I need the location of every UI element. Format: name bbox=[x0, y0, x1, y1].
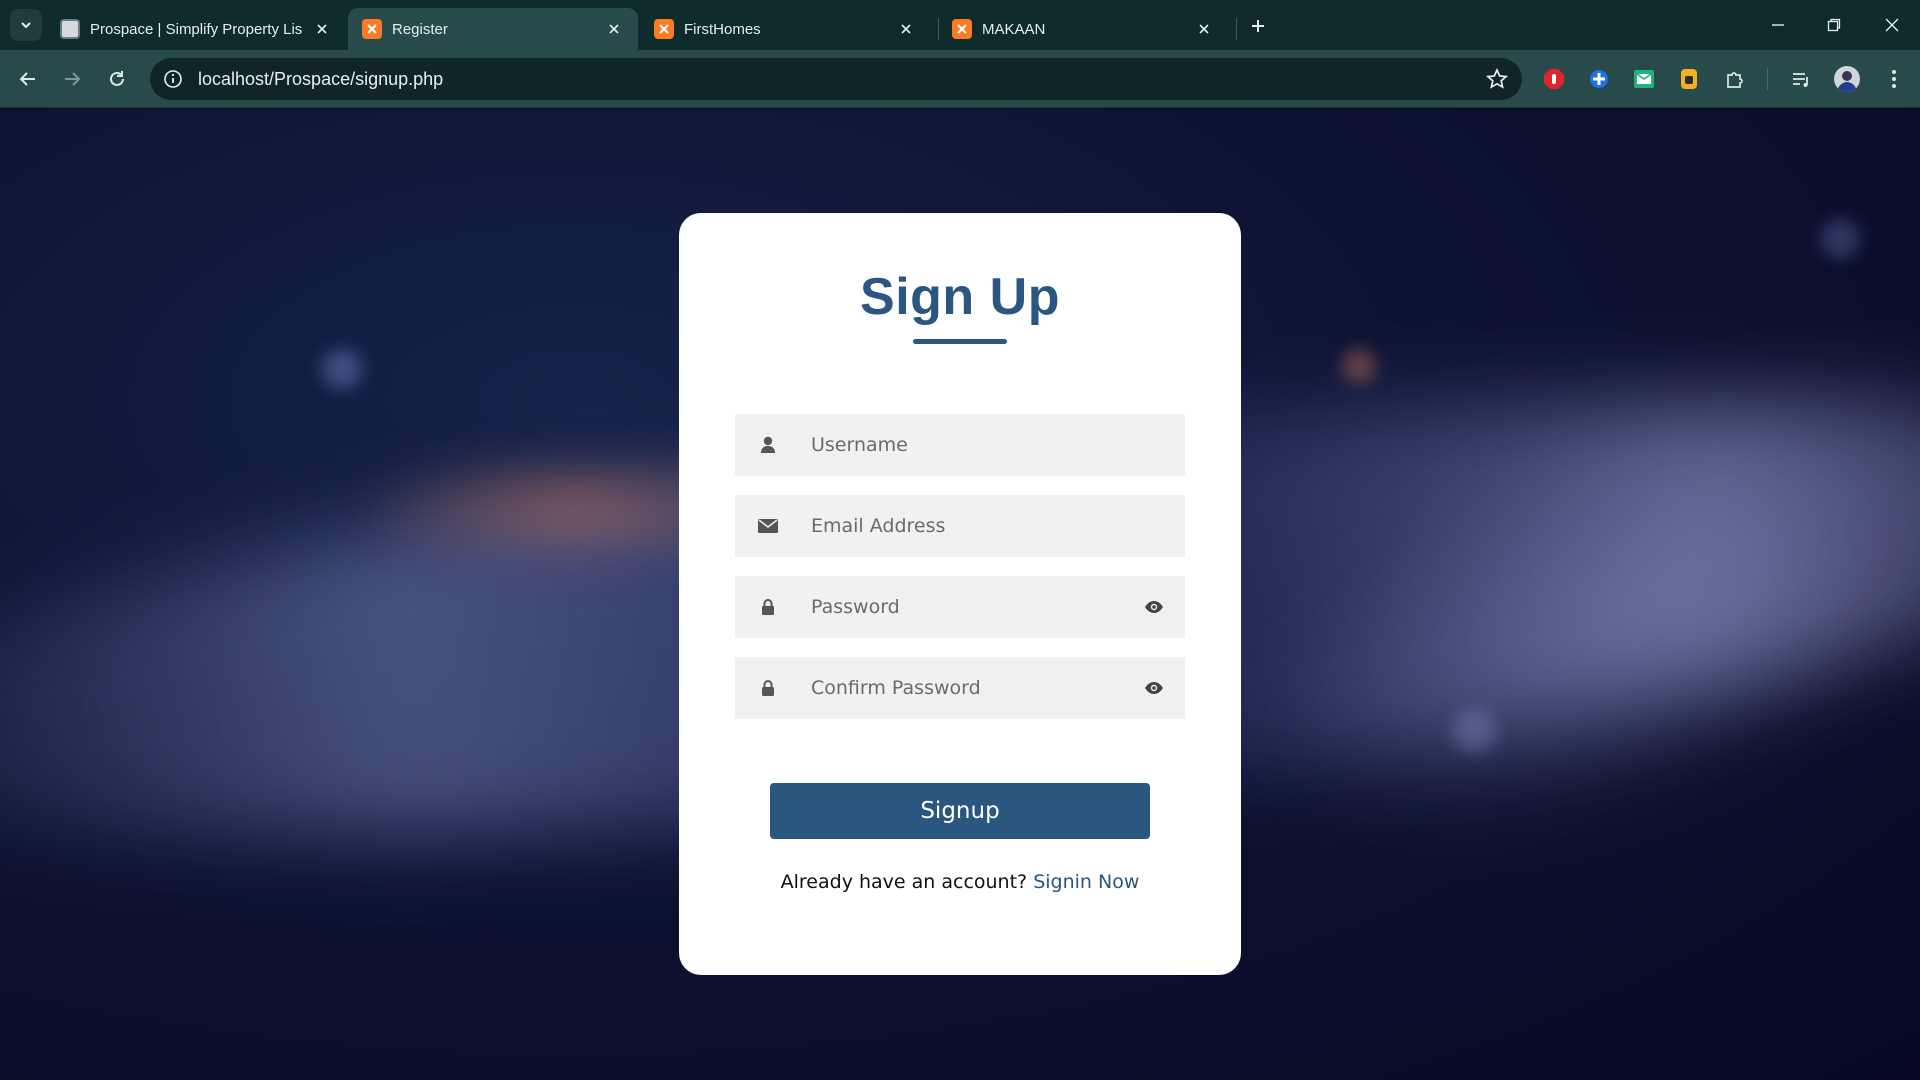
minimize-icon bbox=[1772, 24, 1784, 26]
close-icon[interactable] bbox=[604, 19, 624, 39]
tab-title: Register bbox=[392, 20, 448, 38]
signin-link[interactable]: Signin Now bbox=[1033, 871, 1139, 893]
email-input[interactable] bbox=[811, 515, 1111, 537]
extensions-icon[interactable] bbox=[1723, 67, 1747, 91]
avatar[interactable] bbox=[1834, 66, 1860, 92]
username-input[interactable] bbox=[811, 434, 1111, 456]
url-text[interactable]: localhost/Prospace/signup.php bbox=[198, 69, 443, 90]
password-field bbox=[735, 576, 1185, 638]
stop-icon[interactable] bbox=[1542, 67, 1566, 91]
tab-search-button[interactable] bbox=[10, 9, 42, 41]
lock-icon bbox=[757, 677, 779, 699]
tab-title: Prospace | Simplify Property Lis bbox=[90, 20, 303, 38]
signin-prompt-text: Already have an account? bbox=[780, 871, 1028, 893]
forward-button[interactable] bbox=[56, 63, 88, 95]
plus-icon bbox=[1252, 20, 1264, 32]
lock-icon bbox=[757, 596, 779, 618]
media-control-icon[interactable] bbox=[1789, 67, 1813, 91]
kebab-menu-icon[interactable] bbox=[1882, 67, 1906, 91]
xampp-favicon-icon bbox=[952, 19, 972, 39]
eye-icon[interactable] bbox=[1143, 677, 1165, 699]
chevron-down-icon bbox=[21, 22, 31, 29]
puzzle-blue-icon[interactable] bbox=[1587, 67, 1611, 91]
title-underline bbox=[913, 339, 1007, 344]
restore-button[interactable] bbox=[1814, 10, 1854, 40]
email-field bbox=[735, 495, 1185, 557]
background-orb bbox=[1342, 349, 1376, 383]
new-tab-button[interactable] bbox=[1244, 12, 1272, 40]
background-orb bbox=[322, 349, 362, 389]
arrow-right-icon bbox=[65, 72, 81, 86]
eye-icon[interactable] bbox=[1143, 596, 1165, 618]
page-title: Sign Up bbox=[860, 268, 1060, 326]
browser-toolbar: localhost/Prospace/signup.php bbox=[0, 50, 1920, 108]
close-icon[interactable] bbox=[896, 19, 916, 39]
tab-title: FirstHomes bbox=[684, 20, 761, 38]
xampp-favicon-icon bbox=[362, 19, 382, 39]
prospace-favicon-icon bbox=[60, 19, 80, 39]
tab-title: MAKAAN bbox=[982, 20, 1046, 38]
tab-separator bbox=[1236, 18, 1237, 40]
background-orb bbox=[1820, 219, 1860, 259]
user-icon bbox=[757, 434, 779, 456]
close-window-button[interactable] bbox=[1872, 10, 1912, 40]
confirm-password-input[interactable] bbox=[811, 677, 1111, 699]
close-icon[interactable] bbox=[312, 19, 332, 39]
mail-icon[interactable] bbox=[1632, 67, 1656, 91]
tab-firsthomes[interactable]: FirstHomes bbox=[640, 8, 930, 50]
tab-strip: Prospace | Simplify Property Lis Registe… bbox=[0, 0, 1920, 50]
background-glow bbox=[1153, 218, 1920, 980]
tab-makaan[interactable]: MAKAAN bbox=[938, 8, 1228, 50]
page-background: Sign Up Username Email Address Signup Al… bbox=[0, 109, 1920, 1080]
reload-icon bbox=[110, 71, 124, 86]
signup-button[interactable]: Signup bbox=[770, 783, 1150, 839]
username-field bbox=[735, 414, 1185, 476]
signin-prompt: Already have an account? Signin Now bbox=[679, 871, 1241, 893]
wallet-icon[interactable] bbox=[1677, 67, 1701, 91]
address-bar[interactable]: localhost/Prospace/signup.php bbox=[150, 58, 1522, 100]
restore-icon bbox=[1827, 18, 1841, 32]
bookmark-star-icon[interactable] bbox=[1486, 68, 1508, 90]
back-button[interactable] bbox=[12, 63, 44, 95]
toolbar-separator bbox=[1767, 68, 1768, 90]
password-input[interactable] bbox=[811, 596, 1111, 618]
site-info-icon[interactable] bbox=[162, 68, 184, 90]
envelope-icon bbox=[757, 515, 779, 537]
minimize-button[interactable] bbox=[1758, 10, 1798, 40]
confirm-password-field bbox=[735, 657, 1185, 719]
close-icon bbox=[1885, 18, 1899, 32]
arrow-left-icon bbox=[19, 72, 35, 86]
background-orb bbox=[1452, 709, 1496, 753]
close-icon[interactable] bbox=[1194, 19, 1214, 39]
xampp-favicon-icon bbox=[654, 19, 674, 39]
reload-button[interactable] bbox=[101, 63, 133, 95]
signup-card: Sign Up Username Email Address Signup Al… bbox=[679, 213, 1241, 975]
tab-prospace[interactable]: Prospace | Simplify Property Lis bbox=[46, 8, 346, 50]
tab-register[interactable]: Register bbox=[348, 8, 638, 50]
